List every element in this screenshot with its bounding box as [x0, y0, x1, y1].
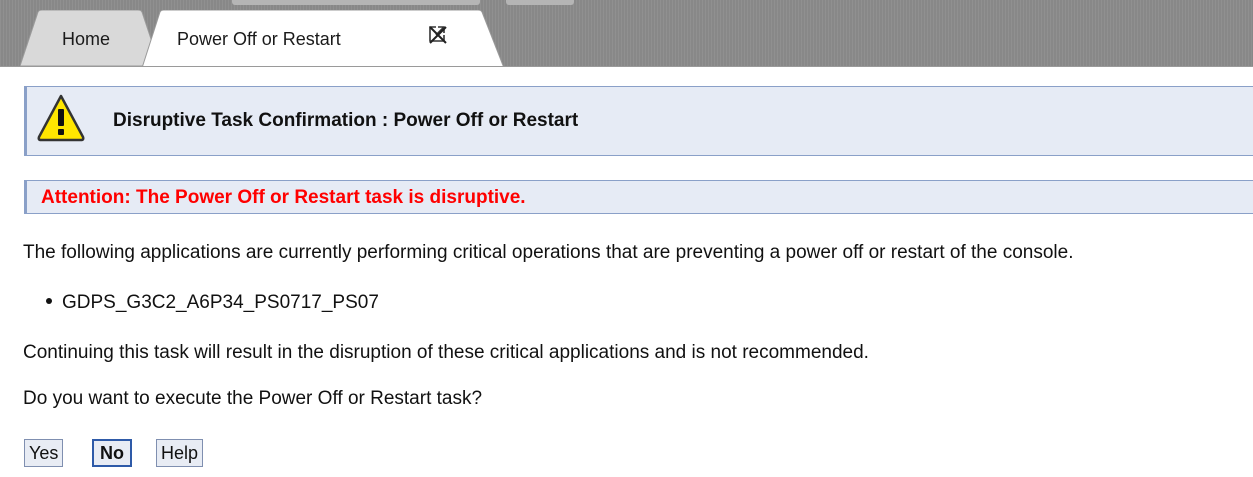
warning-icon: [36, 93, 86, 148]
attention-body: The Power Off or Restart task is disrupt…: [135, 187, 526, 208]
attention-label: Attention:: [41, 187, 131, 208]
page-title: Disruptive Task Confirmation : Power Off…: [113, 110, 579, 131]
tab-power-off-or-restart[interactable]: Power Off or Restart: [142, 10, 514, 68]
confirmation-banner: Disruptive Task Confirmation : Power Off…: [24, 86, 1253, 156]
no-button[interactable]: No: [92, 439, 132, 467]
tab-bar: Home Power Off or Restart: [0, 0, 1253, 68]
application-list-item: GDPS_G3C2_A6P34_PS0717_PS07: [46, 292, 379, 314]
yes-button[interactable]: Yes: [24, 439, 64, 467]
bullet: [46, 297, 52, 304]
tab-active-label: Power Off or Restart: [177, 29, 341, 49]
application-name: GDPS_G3C2_A6P34_PS0717_PS07: [62, 292, 379, 313]
attention-message: Attention: The Power Off or Restart task…: [24, 180, 1253, 214]
warning-text: Continuing this task will result in the …: [23, 342, 869, 363]
tab-home-label: Home: [62, 29, 111, 49]
tab-divider: [0, 66, 1253, 71]
help-button[interactable]: Help: [156, 439, 204, 467]
tabbar-edge-mark: [232, 0, 480, 5]
intro-text: The following applications are currently…: [23, 242, 1074, 263]
tabbar-edge-mark: [506, 0, 574, 5]
question-text: Do you want to execute the Power Off or …: [23, 388, 483, 409]
attention-text: Attention: The Power Off or Restart task…: [41, 187, 526, 209]
